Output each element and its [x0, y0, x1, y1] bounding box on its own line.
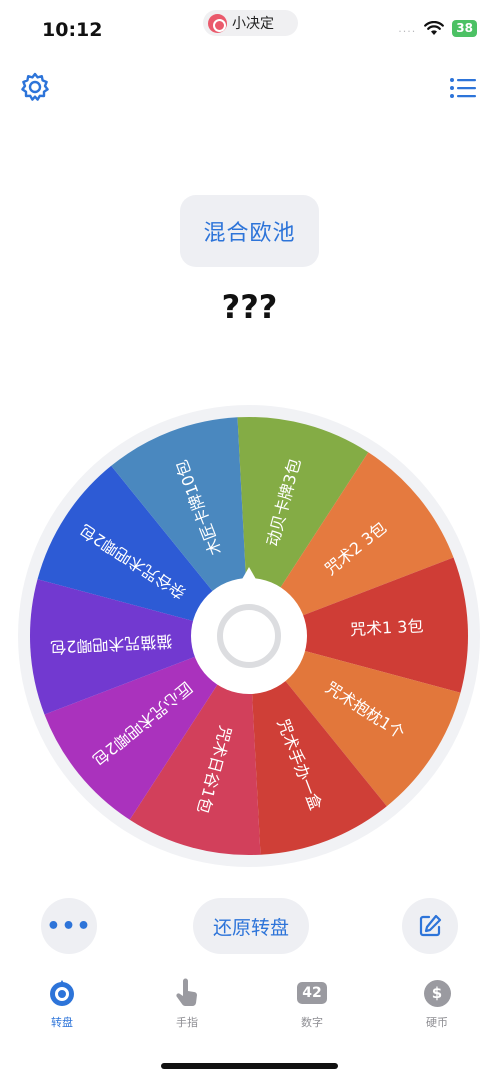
- tab-label: 硬币: [426, 1016, 448, 1029]
- more-button[interactable]: •••: [41, 898, 97, 954]
- coin-icon: $: [422, 978, 452, 1008]
- finger-icon: [172, 978, 202, 1008]
- spin-wheel[interactable]: 杂谷咒术吧唧2包木匠卡牌10包 动贝卡牌3包 咒术2 3包咒术1 3包咒术抱枕1个咒…: [0, 0, 499, 880]
- tab-wheel[interactable]: 转盘: [22, 978, 102, 1030]
- tab-coin[interactable]: $ 硬币: [397, 978, 477, 1030]
- coin-badge: $: [423, 979, 451, 1007]
- tab-label: 数字: [301, 1016, 323, 1029]
- wheel-hub[interactable]: [191, 578, 307, 694]
- edit-button[interactable]: [402, 898, 458, 954]
- number-icon: 42: [297, 978, 327, 1008]
- number-badge: 42: [297, 982, 327, 1004]
- wheel-segment-label: 咒术1 3包: [350, 616, 424, 639]
- home-indicator: [161, 1063, 338, 1069]
- tab-bar: 转盘 手指 42 数字 $ 硬币: [0, 978, 499, 1048]
- tab-number[interactable]: 42 数字: [272, 978, 352, 1030]
- edit-icon: [419, 914, 442, 937]
- tab-label: 手指: [176, 1016, 198, 1029]
- tab-label: 转盘: [51, 1016, 73, 1029]
- restore-wheel-button[interactable]: 还原转盘: [193, 898, 309, 954]
- tab-finger[interactable]: 手指: [147, 978, 227, 1030]
- wheel-icon: [47, 978, 77, 1008]
